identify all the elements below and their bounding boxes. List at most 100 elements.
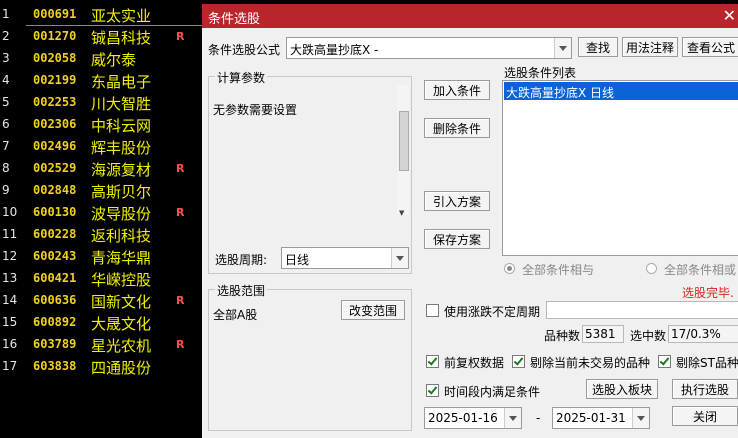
stock-row[interactable]: 8 002529 海源复材 R xyxy=(0,158,202,180)
uncertain-period-checkbox[interactable] xyxy=(426,304,439,317)
find-button[interactable]: 查找 xyxy=(578,37,618,57)
add-condition-button[interactable]: 加入条件 xyxy=(424,80,490,100)
stock-row[interactable]: 11 600228 返利科技 xyxy=(0,224,202,246)
period-select[interactable]: 日线 xyxy=(281,247,409,269)
stock-row[interactable]: 5 002253 川大智胜 xyxy=(0,92,202,114)
stock-index: 9 xyxy=(2,183,10,197)
close-icon[interactable]: ✕ xyxy=(723,6,736,25)
stock-row[interactable]: 1 000691 亚太实业 xyxy=(0,4,202,26)
stock-index: 8 xyxy=(2,161,10,175)
chevron-down-icon[interactable] xyxy=(632,408,649,428)
stock-code: 002496 xyxy=(33,139,77,153)
stock-row[interactable]: 6 002306 中科云网 xyxy=(0,114,202,136)
chevron-down-icon[interactable] xyxy=(391,248,408,268)
to-block-button[interactable]: 选股入板块 xyxy=(586,379,658,399)
scroll-thumb[interactable] xyxy=(399,111,409,171)
stock-row[interactable]: 9 002848 高斯贝尔 xyxy=(0,180,202,202)
params-group-title: 计算参数 xyxy=(215,69,268,86)
stock-code: 000691 xyxy=(33,7,77,21)
stock-index: 11 xyxy=(2,227,18,241)
stock-index: 6 xyxy=(2,117,10,131)
date-to-select[interactable]: 2025-01-31 xyxy=(552,407,650,429)
stock-index: 5 xyxy=(2,95,10,109)
stock-row[interactable]: 7 002496 辉丰股份 xyxy=(0,136,202,158)
stock-name: 四通股份 xyxy=(91,359,152,377)
count-label: 品种数 xyxy=(544,329,581,343)
uncertain-period-input[interactable] xyxy=(546,301,738,319)
stock-flag: R xyxy=(176,30,185,43)
stock-name: 中科云网 xyxy=(91,117,152,135)
stock-name: 华嵘控股 xyxy=(91,271,152,289)
fq-checkbox[interactable] xyxy=(426,355,439,368)
stock-code: 002253 xyxy=(33,95,77,109)
uncertain-period-label: 使用涨跌不定周期 xyxy=(444,305,541,319)
stock-row[interactable]: 10 600130 波导股份 R xyxy=(0,202,202,224)
stock-row[interactable]: 4 002199 东晶电子 xyxy=(0,70,202,92)
close-button[interactable]: 关闭 xyxy=(672,406,738,426)
formula-label: 条件选股公式 xyxy=(208,43,281,57)
import-plan-button[interactable]: 引入方案 xyxy=(424,191,490,211)
stock-flag: R xyxy=(176,162,185,175)
stock-name: 国新文化 xyxy=(91,293,152,311)
chevron-down-icon[interactable] xyxy=(504,408,521,428)
view-formula-button[interactable]: 查看公式 xyxy=(682,37,738,57)
count-value: 5381 xyxy=(585,327,616,341)
stock-row[interactable]: 16 603789 星光农机 R xyxy=(0,334,202,356)
stock-index: 13 xyxy=(2,271,18,285)
formula-select[interactable]: 大跌高量抄底X - xyxy=(286,37,572,59)
stock-code: 002199 xyxy=(33,73,77,87)
stock-name: 东晶电子 xyxy=(91,73,152,91)
execute-button[interactable]: 执行选股 xyxy=(672,379,738,399)
stock-flag: R xyxy=(176,206,185,219)
stock-row[interactable]: 3 002058 威尔泰 xyxy=(0,48,202,70)
scroll-down-icon[interactable]: ▼ xyxy=(399,209,404,217)
stock-name: 辉丰股份 xyxy=(91,139,152,157)
count-field: 5381 xyxy=(582,325,624,343)
stock-name: 大晟文化 xyxy=(91,315,152,333)
stock-code: 001270 xyxy=(33,29,77,43)
stock-row[interactable]: 12 600243 青海华鼎 xyxy=(0,246,202,268)
stock-row[interactable]: 15 600892 大晟文化 xyxy=(0,312,202,334)
stock-row[interactable]: 13 600421 华嵘控股 xyxy=(0,268,202,290)
stock-index: 15 xyxy=(2,315,18,329)
chevron-down-icon[interactable] xyxy=(554,38,571,58)
status-text: 选股完毕. xyxy=(682,286,734,300)
date-from-select[interactable]: 2025-01-16 xyxy=(424,407,522,429)
stock-code: 600636 xyxy=(33,293,77,307)
stock-row[interactable]: 14 600636 国新文化 R xyxy=(0,290,202,312)
delete-condition-button[interactable]: 删除条件 xyxy=(424,118,490,138)
selected-label: 选中数 xyxy=(630,329,667,343)
stock-index: 2 xyxy=(2,29,10,43)
stock-name: 波导股份 xyxy=(91,205,152,223)
params-scrollbar[interactable]: ▼ xyxy=(397,85,409,217)
stock-name: 海源复材 xyxy=(91,161,152,179)
stock-code: 600130 xyxy=(33,205,77,219)
params-group: 计算参数 无参数需要设置 ▼ 选股周期: 日线 xyxy=(208,69,412,274)
radio-and[interactable] xyxy=(504,263,515,274)
date-to-value: 2025-01-31 xyxy=(556,411,626,425)
change-range-button[interactable]: 改变范围 xyxy=(341,300,405,320)
save-plan-button[interactable]: 保存方案 xyxy=(424,229,490,249)
date-separator: - xyxy=(536,411,541,425)
stock-code: 002058 xyxy=(33,51,77,65)
params-text: 无参数需要设置 xyxy=(213,103,298,117)
dialog-titlebar[interactable]: 条件选股 ✕ xyxy=(202,4,738,28)
stock-code: 600243 xyxy=(33,249,77,263)
usage-notes-button[interactable]: 用法注释 xyxy=(622,37,678,57)
period-value: 日线 xyxy=(285,253,310,267)
stock-code: 603789 xyxy=(33,337,77,351)
condition-item[interactable]: 大跌高量抄底X 日线 xyxy=(504,82,738,100)
condition-list-label: 选股条件列表 xyxy=(504,66,577,80)
stock-code: 600421 xyxy=(33,271,77,285)
stock-row[interactable]: 17 603838 四通股份 xyxy=(0,356,202,378)
condition-list[interactable]: 大跌高量抄底X 日线 xyxy=(502,80,738,256)
stock-code: 002306 xyxy=(33,117,77,131)
exclude-st-checkbox[interactable] xyxy=(658,355,671,368)
exclude-untraded-checkbox[interactable] xyxy=(512,355,525,368)
stock-name: 星光农机 xyxy=(91,337,152,355)
stock-row[interactable]: 2 001270 铖昌科技 R xyxy=(0,26,202,48)
stock-name: 高斯贝尔 xyxy=(91,183,152,201)
period-condition-checkbox[interactable] xyxy=(426,384,439,397)
radio-or[interactable] xyxy=(646,263,657,274)
stock-name: 铖昌科技 xyxy=(91,29,152,47)
